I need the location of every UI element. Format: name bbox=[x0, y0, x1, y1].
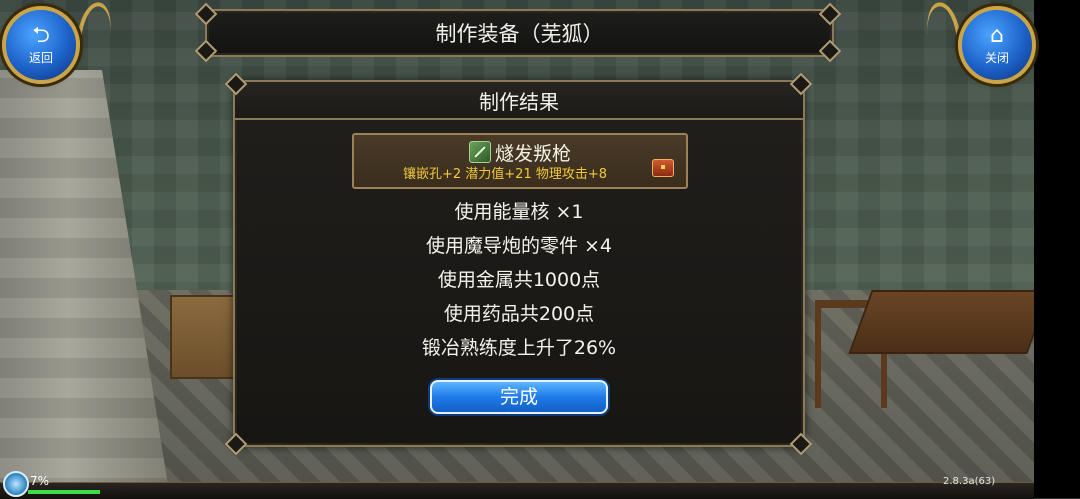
return-arrow-icon: ⮌ bbox=[32, 22, 50, 48]
result-lines: 使用能量核 ×1 使用魔导炮的零件 ×4 使用金属共1000点 使用药品共200… bbox=[235, 195, 803, 365]
dialog-title: 制作结果 bbox=[479, 89, 559, 114]
result-line: 锻冶熟练度上升了26% bbox=[421, 337, 617, 359]
back-button-label: 返回 bbox=[28, 50, 53, 65]
loading-spinner-icon bbox=[3, 471, 29, 497]
loading-progress-bar bbox=[28, 490, 100, 494]
window-title: 制作装备（芜狐） bbox=[435, 22, 604, 46]
wooden-table bbox=[848, 290, 1051, 354]
craft-result-dialog: 制作结果 燧发叛枪 镶嵌孔+2 潜力值+21 物理攻击+8 使用能量核 ×1 使… bbox=[233, 80, 805, 447]
result-line: 使用能量核 ×1 bbox=[454, 201, 584, 223]
item-stats: 镶嵌孔+2 潜力值+21 物理攻击+8 bbox=[402, 167, 608, 182]
done-button[interactable]: 完成 bbox=[430, 380, 608, 414]
bottom-status-bar bbox=[0, 482, 1034, 499]
version-label: 2.8.3a(63) bbox=[943, 476, 996, 487]
spear-icon bbox=[468, 141, 491, 163]
item-name-row: 燧发叛枪 bbox=[354, 139, 686, 166]
back-button[interactable]: ⮌ 返回 bbox=[2, 6, 80, 84]
close-button[interactable]: ⌂ 关闭 bbox=[958, 6, 1036, 84]
loading-percent: 7% bbox=[30, 474, 50, 488]
home-icon: ⌂ bbox=[990, 22, 1004, 48]
crafted-item-card[interactable]: 燧发叛枪 镶嵌孔+2 潜力值+21 物理攻击+8 bbox=[352, 133, 688, 189]
result-line: 使用金属共1000点 bbox=[437, 269, 601, 291]
chest-icon bbox=[652, 159, 674, 177]
item-name: 燧发叛枪 bbox=[494, 143, 571, 165]
result-line: 使用魔导炮的零件 ×4 bbox=[425, 235, 613, 257]
window-title-bar: 制作装备（芜狐） bbox=[205, 9, 834, 57]
result-line: 使用药品共200点 bbox=[443, 303, 595, 325]
screen-edge bbox=[1034, 0, 1080, 498]
dialog-header: 制作结果 bbox=[235, 82, 803, 120]
close-button-label: 关闭 bbox=[984, 50, 1009, 65]
